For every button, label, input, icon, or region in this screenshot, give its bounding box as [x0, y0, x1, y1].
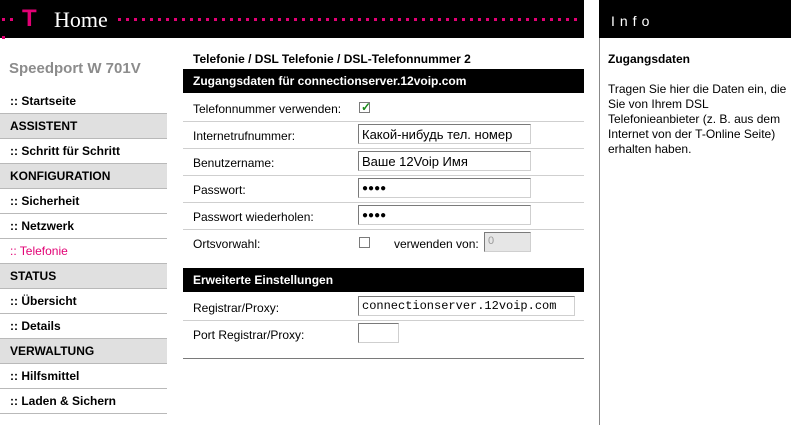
sidebar-section-assistent: ASSISTENT	[0, 114, 167, 139]
port-input[interactable]	[358, 323, 399, 343]
use-number-checkbox[interactable]: ✓	[359, 100, 372, 114]
row-use-number: Telefonnummer verwenden: ✓	[183, 95, 584, 122]
row-port: Port Registrar/Proxy:	[183, 321, 584, 348]
sidebar-item-startseite[interactable]: :: Startseite	[0, 89, 167, 114]
sidebar-section-verwaltung: VERWALTUNG	[0, 339, 167, 364]
content-bottom-divider	[183, 358, 584, 359]
sidebar-item-uebersicht[interactable]: :: Übersicht	[0, 289, 167, 314]
internet-number-input[interactable]: Какой-нибудь тел. номер	[358, 124, 531, 144]
sidebar-item-schritt-fuer-schritt[interactable]: :: Schritt für Schritt	[0, 139, 167, 164]
row-username: Benutzername: Ваше 12Voip Имя	[183, 149, 584, 176]
use-from-input[interactable]: 0	[484, 232, 531, 252]
sidebar-item-sicherheit[interactable]: :: Sicherheit	[0, 189, 167, 214]
port-label: Port Registrar/Proxy:	[193, 328, 305, 342]
username-input[interactable]: Ваше 12Voip Имя	[358, 151, 531, 171]
info-title: Info	[611, 13, 655, 29]
row-password-repeat: Passwort wiederholen: ●●●●	[183, 203, 584, 230]
registrar-input[interactable]: connectionserver.12voip.com	[358, 296, 575, 316]
row-registrar: Registrar/Proxy: connectionserver.12voip…	[183, 294, 584, 321]
row-area-code: Ortsvorwahl: verwenden von: 0	[183, 230, 584, 257]
section-header-zugangsdaten: Zugangsdaten für connectionserver.12voip…	[183, 69, 584, 93]
sidebar-item-telefonie[interactable]: :: Telefonie	[0, 239, 167, 264]
password-repeat-input[interactable]: ●●●●	[358, 205, 531, 225]
sidebar-nav: :: Startseite ASSISTENT :: Schritt für S…	[0, 89, 167, 414]
breadcrumb: Telefonie / DSL Telefonie / DSL-Telefonn…	[193, 52, 471, 66]
header-dots-right	[118, 18, 582, 21]
row-internet-number: Internetrufnummer: Какой-нибудь тел. ном…	[183, 122, 584, 149]
sidebar-item-laden-sichern[interactable]: :: Laden & Sichern	[0, 389, 167, 414]
telekom-logo[interactable]: T	[22, 5, 37, 33]
checkmark-icon: ✓	[361, 100, 372, 114]
info-panel-divider	[599, 38, 600, 425]
username-label: Benutzername:	[193, 156, 275, 170]
password-input[interactable]: ●●●●	[358, 178, 531, 198]
home-title[interactable]: Home	[54, 7, 108, 33]
header-dots-left	[2, 18, 20, 39]
area-code-label: Ortsvorwahl:	[193, 237, 261, 251]
product-name: Speedport W 701V	[9, 60, 141, 77]
row-password: Passwort: ●●●●	[183, 176, 584, 203]
sidebar-item-hilfsmittel[interactable]: :: Hilfsmittel	[0, 364, 167, 389]
info-text: Tragen Sie hier die Daten ein, die Sie v…	[608, 82, 787, 156]
password-repeat-label: Passwort wiederholen:	[193, 210, 314, 224]
use-from-label: verwenden von:	[394, 237, 479, 251]
section-header-erweitert: Erweiterte Einstellungen	[183, 268, 584, 292]
sidebar-item-details[interactable]: :: Details	[0, 314, 167, 339]
registrar-label: Registrar/Proxy:	[193, 301, 280, 315]
sidebar-section-konfiguration: KONFIGURATION	[0, 164, 167, 189]
use-number-label: Telefonnummer verwenden:	[193, 102, 342, 116]
internet-number-label: Internetrufnummer:	[193, 129, 296, 143]
info-subtitle: Zugangsdaten	[608, 52, 691, 66]
sidebar-section-status: STATUS	[0, 264, 167, 289]
sidebar-item-netzwerk[interactable]: :: Netzwerk	[0, 214, 167, 239]
area-code-checkbox[interactable]	[359, 237, 370, 248]
info-header-bar: Info	[599, 0, 791, 38]
password-label: Passwort:	[193, 183, 246, 197]
header-bar: T Home	[0, 0, 584, 39]
